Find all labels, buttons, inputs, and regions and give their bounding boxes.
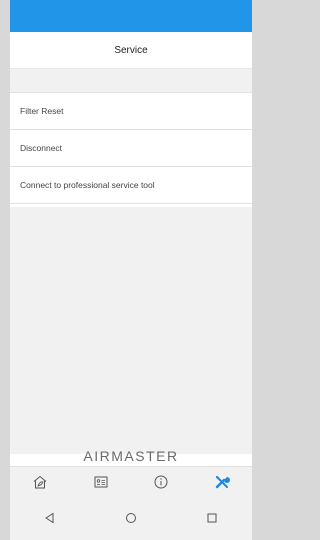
nav-home-button[interactable] [111,503,151,533]
menu-item-service-tool[interactable]: Connect to professional service tool [10,167,252,204]
home-circle-icon [125,513,136,523]
status-bar [10,0,252,32]
system-nav-bar [10,496,252,540]
recents-icon [207,513,217,523]
content-background [10,207,252,454]
brand-logo-text: AIRMASTER [83,448,179,464]
info-icon [154,475,168,489]
menu-item-disconnect[interactable]: Disconnect [10,130,252,167]
tab-home[interactable] [22,468,58,496]
bottom-tab-bar [10,466,252,497]
menu-item-filter-reset[interactable]: Filter Reset [10,93,252,130]
page-title: Service [114,44,148,56]
tab-service[interactable] [204,468,240,496]
wrench-screwdriver-icon [215,476,230,489]
home-icon [33,475,47,489]
page-header: Service [10,32,252,69]
section-spacer [10,69,252,93]
contact-card-icon [94,476,108,488]
app-screen: Service Filter Reset Disconnect Connect … [10,0,252,540]
menu-item-label: Filter Reset [20,106,64,116]
menu-item-label: Disconnect [20,143,63,153]
nav-recents-button[interactable] [192,503,232,533]
nav-back-button[interactable] [30,503,70,533]
tab-contact[interactable] [83,468,119,496]
back-icon [45,512,54,524]
tab-info[interactable] [143,468,179,496]
menu-item-label: Connect to professional service tool [20,180,155,190]
